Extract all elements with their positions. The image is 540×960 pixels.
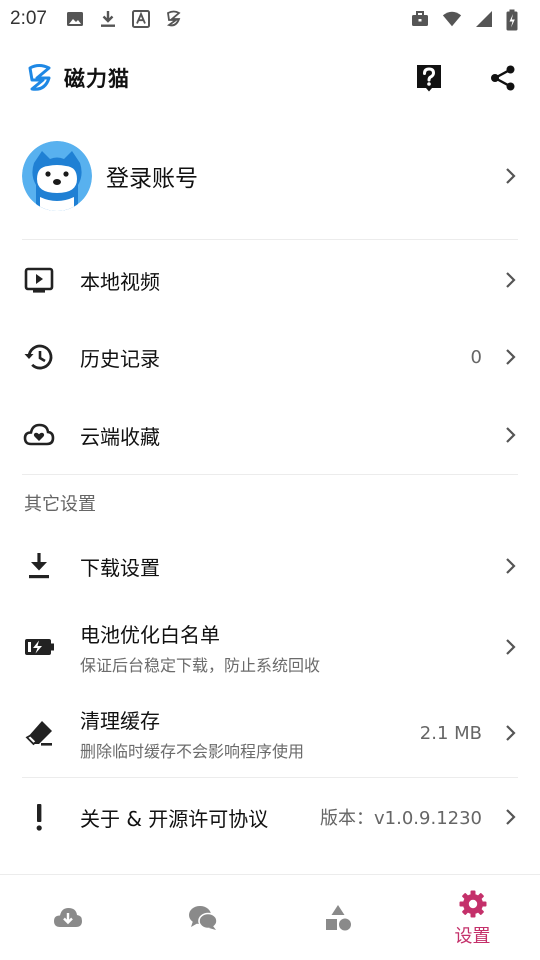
login-account-label: 登录账号 <box>106 166 198 192</box>
menu-title: 清理缓存 <box>80 708 160 733</box>
chevron-right-icon <box>504 556 518 576</box>
menu-subtitle: 保证后台稳定下载，防止系统回收 <box>80 655 321 675</box>
share-icon[interactable] <box>488 63 518 93</box>
download-settings-row[interactable]: 下载设置 <box>22 536 518 596</box>
nav-discover[interactable] <box>270 875 405 960</box>
app-version: 版本：v1.0.9.1230 <box>320 808 482 829</box>
status-notification-icons <box>65 9 184 29</box>
app-logo-icon <box>26 63 54 93</box>
chevron-right-icon <box>504 807 518 827</box>
wifi-icon <box>442 9 462 29</box>
battery-charging-icon <box>506 9 526 31</box>
history-icon <box>22 340 56 374</box>
nav-settings-label: 设置 <box>454 925 491 947</box>
app-bar: 磁力猫 <box>0 52 540 104</box>
history-row[interactable]: 历史记录 0 <box>22 327 518 387</box>
menu-title: 本地视频 <box>80 269 160 294</box>
chevron-right-icon <box>504 425 518 445</box>
menu-text: 下载设置 <box>80 552 160 581</box>
chat-icon <box>187 902 219 934</box>
signal-icon <box>474 9 494 29</box>
about-license-row[interactable]: 关于 & 开源许可协议 版本：v1.0.9.1230 <box>22 787 518 847</box>
menu-subtitle: 删除临时缓存不会影响程序使用 <box>80 741 305 761</box>
menu-text: 本地视频 <box>80 266 160 295</box>
menu-text: 清理缓存 删除临时缓存不会影响程序使用 <box>80 705 304 762</box>
nav-settings[interactable]: 设置 <box>405 875 540 960</box>
login-account-row[interactable]: 登录账号 <box>22 140 518 212</box>
menu-text: 电池优化白名单 保证后台稳定下载，防止系统回收 <box>80 619 320 676</box>
chevron-right-icon <box>504 637 518 657</box>
cloud-favorite-icon <box>22 418 56 452</box>
battery-whitelist-row[interactable]: 电池优化白名单 保证后台稳定下载，防止系统回收 <box>22 614 518 680</box>
menu-title: 历史记录 <box>80 346 160 371</box>
menu-title: 下载设置 <box>80 555 160 580</box>
video-library-icon <box>22 263 56 297</box>
divider <box>22 239 518 240</box>
chevron-right-icon <box>504 723 518 743</box>
status-time: 2:07 <box>10 8 47 29</box>
menu-title: 电池优化白名单 <box>80 622 220 647</box>
app-logo-icon <box>164 9 184 29</box>
text-icon <box>131 9 151 29</box>
image-icon <box>65 9 85 29</box>
menu-title: 关于 & 开源许可协议 <box>80 806 269 831</box>
exclamation-icon <box>22 800 56 834</box>
app-bar-actions <box>414 63 518 93</box>
bottom-nav: 设置 <box>0 874 540 960</box>
chevron-right-icon <box>504 347 518 367</box>
work-profile-icon <box>410 9 430 29</box>
divider <box>22 777 518 778</box>
nav-download[interactable] <box>0 875 135 960</box>
local-video-row[interactable]: 本地视频 <box>22 250 518 310</box>
chevron-right-icon <box>504 270 518 290</box>
menu-text: 关于 & 开源许可协议 <box>80 803 268 832</box>
clear-cache-row[interactable]: 清理缓存 删除临时缓存不会影响程序使用 2.1 MB <box>22 700 518 766</box>
cache-size: 2.1 MB <box>419 722 482 744</box>
status-bar: 2:07 <box>0 0 540 38</box>
app-title: 磁力猫 <box>64 67 130 91</box>
cloud-favorites-row[interactable]: 云端收藏 <box>22 405 518 465</box>
section-header-other-settings: 其它设置 <box>24 494 96 515</box>
menu-title: 云端收藏 <box>80 424 160 449</box>
chevron-right-icon <box>504 166 518 186</box>
shapes-icon <box>322 902 354 934</box>
nav-chat[interactable] <box>135 875 270 960</box>
menu-text: 历史记录 <box>80 343 160 372</box>
download-icon <box>98 9 118 29</box>
battery-icon <box>22 630 56 664</box>
eraser-icon <box>22 716 56 750</box>
help-icon[interactable] <box>414 63 444 93</box>
settings-gear-icon <box>457 888 489 920</box>
history-count: 0 <box>470 346 482 368</box>
status-system-icons <box>410 9 526 31</box>
divider <box>22 474 518 475</box>
download-icon <box>22 549 56 583</box>
menu-text: 云端收藏 <box>80 421 160 450</box>
cloud-download-icon <box>52 902 84 934</box>
avatar <box>22 141 92 211</box>
